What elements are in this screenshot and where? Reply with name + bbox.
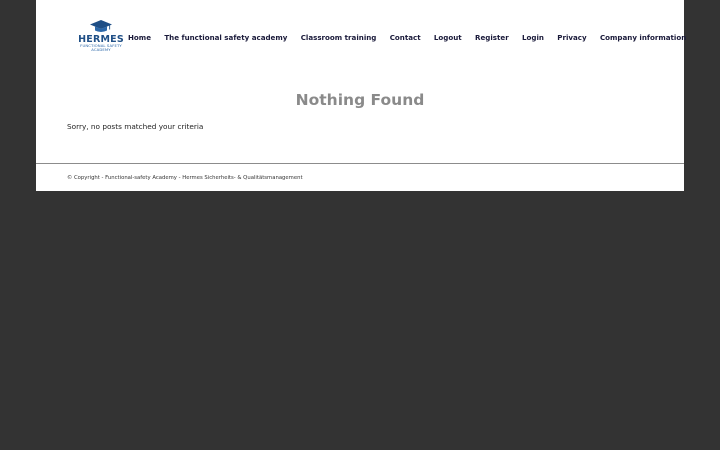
- no-results-message: Sorry, no posts matched your criteria: [67, 122, 204, 131]
- page-container: HERMES FUNCTIONAL SAFETY ACADEMY Home Th…: [36, 0, 686, 191]
- nav-item-home[interactable]: Home: [128, 33, 151, 42]
- site-logo[interactable]: HERMES FUNCTIONAL SAFETY ACADEMY: [74, 20, 128, 56]
- logo-subtitle-line2: ACADEMY: [91, 47, 111, 52]
- footer-copyright: © Copyright - Functional-safety Academy …: [67, 175, 303, 181]
- nav-item-register[interactable]: Register: [475, 33, 509, 42]
- nav-item-company-information[interactable]: Company information: [600, 33, 686, 42]
- page-title: Nothing Found: [295, 91, 425, 109]
- site-header: HERMES FUNCTIONAL SAFETY ACADEMY Home Th…: [36, 0, 686, 70]
- main-navigation: Home The functional safety academy Class…: [128, 31, 686, 43]
- graduation-cap-icon: [90, 20, 112, 32]
- nav-item-logout[interactable]: Logout: [434, 33, 462, 42]
- nav-item-login[interactable]: Login: [522, 33, 544, 42]
- nav-item-contact[interactable]: Contact: [390, 33, 421, 42]
- nav-item-privacy[interactable]: Privacy: [557, 33, 586, 42]
- footer-divider: [36, 163, 684, 164]
- nav-item-classroom-training[interactable]: Classroom training: [301, 33, 377, 42]
- nav-item-functional-safety-academy[interactable]: The functional safety academy: [164, 33, 287, 42]
